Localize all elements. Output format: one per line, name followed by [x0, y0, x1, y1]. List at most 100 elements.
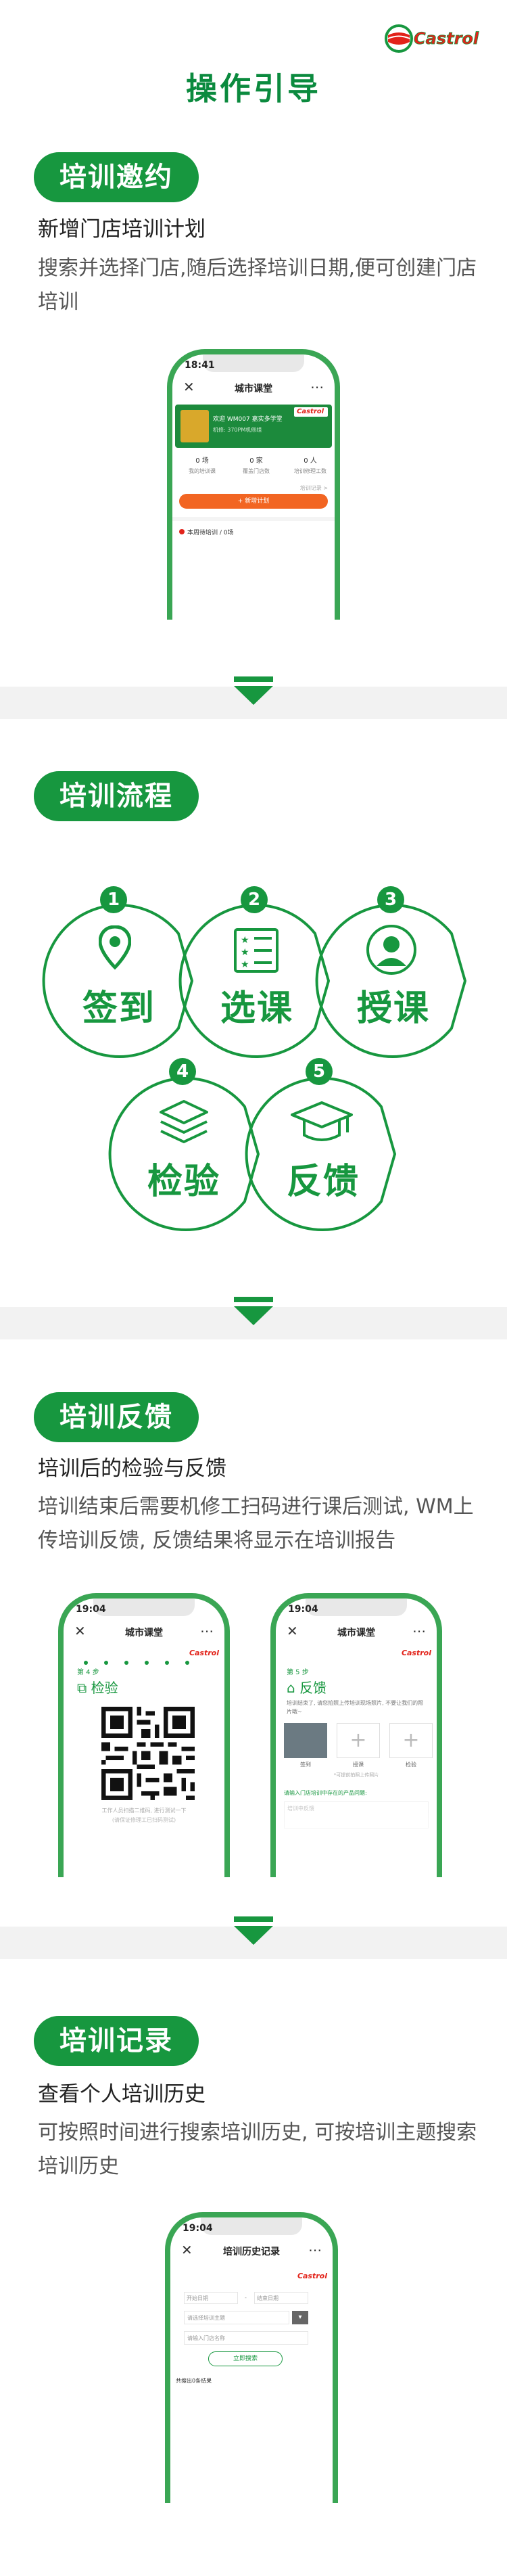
phone-notch [306, 1598, 407, 1616]
more-icon[interactable]: ⋯ [310, 379, 324, 395]
section-description: 可按照时间进行搜索培训历史, 可按培训主题搜索培训历史 [38, 2121, 477, 2178]
step-1-number: 1 [100, 886, 127, 913]
stat-label: 培训修理工数 [294, 468, 327, 474]
down-arrow-icon [234, 1297, 273, 1325]
stat-trainings: 0 场 我的培训课 [175, 455, 229, 475]
phone-mockup-test: 19:04 ✕ 城市课堂 ⋯ Castrol 第 4 步 ⧉ 检验 工作人员扫描… [58, 1593, 230, 1877]
stat-label: 覆盖门店数 [243, 468, 270, 474]
banner-product-image [180, 410, 209, 442]
phone-notch [93, 1598, 195, 1616]
progress-dot [145, 1661, 149, 1665]
location-pin-icon [99, 925, 131, 970]
step-title: ⌂ 反馈 [287, 1677, 327, 1697]
status-time: 19:04 [76, 1604, 106, 1615]
progress-dot [185, 1661, 189, 1665]
stat-stores: 0 家 覆盖门店数 [229, 455, 283, 475]
progress-dot [104, 1661, 108, 1665]
caption-note: (请保证修理工已扫码测试) [112, 1817, 176, 1823]
add-photo-button[interactable]: + [389, 1723, 433, 1758]
end-date-input[interactable]: 结束日期 [254, 2292, 308, 2304]
phone-notch [203, 354, 304, 372]
app-nav-bar: ✕ 城市课堂 ⋯ [64, 1617, 224, 1647]
step-5-number: 5 [306, 1058, 333, 1085]
section-description: 搜索并选择门店,随后选择培训日期,便可创建门店培训 [38, 256, 477, 314]
logo-text: Castrol [414, 29, 479, 48]
search-button[interactable]: 立即搜索 [208, 2351, 283, 2366]
feedback-note: 培训结束了, 请您拍照上传培训现场照片, 不要让我们的照片哦~ [287, 1700, 424, 1715]
section-subtitle: 查看个人培训历史 [38, 2082, 206, 2107]
section-subtitle: 新增门店培训计划 [38, 217, 206, 242]
castrol-logo: Castrol [385, 24, 479, 53]
section-description: 培训结束后需要机修工扫码进行课后测试, WM上传培训反馈, 反馈结果将显示在培训… [38, 1495, 474, 1552]
banner-line-2: 机修: 370PM机修组 [213, 427, 262, 433]
banner-logo-text: Castrol [297, 408, 324, 415]
start-date-input[interactable]: 开始日期 [184, 2292, 238, 2304]
status-time: 19:04 [288, 1604, 318, 1615]
stats-row: 0 场 我的培训课 0 家 覆盖门店数 0 人 培训修理工数 [175, 455, 332, 479]
qr-code [101, 1707, 195, 1800]
result-count: 共搜出0条结果 [176, 2378, 212, 2384]
step-5-label: 反馈 [286, 1162, 360, 1202]
step-3-number: 3 [377, 886, 404, 913]
phone-notch [201, 2217, 302, 2235]
more-icon[interactable]: ⋯ [412, 1623, 426, 1639]
dropdown-arrow-icon[interactable]: ▾ [292, 2311, 308, 2324]
add-plan-button[interactable]: + 新增计划 [179, 494, 328, 509]
caption-scan: 工作人员扫描二维码, 进行测试一下 [101, 1808, 187, 1814]
layers-icon [160, 1100, 208, 1143]
photo-label: 授课 [353, 1762, 364, 1768]
graduation-cap-icon [291, 1101, 353, 1141]
section-pill-invite: 培训邀约 [34, 152, 199, 202]
more-icon[interactable]: ⋯ [200, 1623, 214, 1639]
step-2-number: 2 [241, 886, 268, 913]
svg-text:★: ★ [241, 959, 249, 970]
app-nav-bar: ✕ 培训历史记录 ⋯ [170, 2236, 333, 2266]
uploaded-photo[interactable] [284, 1723, 327, 1758]
section-subtitle: 培训后的检验与反馈 [38, 1456, 226, 1481]
layers-icon: ⧉ [77, 1680, 87, 1696]
welcome-banner: 欢迎 WM007 嘉实多学堂 机修: 370PM机修组 Castrol [175, 405, 332, 448]
store-name-input[interactable]: 请输入门店名称 [184, 2331, 308, 2345]
photo-label: 检验 [406, 1762, 416, 1768]
progress-dots [84, 1659, 206, 1666]
records-link[interactable]: 培训记录 > [300, 484, 328, 492]
photo-label: 签到 [300, 1762, 311, 1768]
add-photo-button[interactable]: + [337, 1723, 380, 1758]
mini-logo: Castrol [401, 1649, 431, 1657]
progress-dot [165, 1661, 169, 1665]
stat-label: 我的培训课 [189, 468, 216, 474]
step-title-text: 检验 [91, 1680, 118, 1696]
phone-mockup-invite: 18:41 ✕ 城市课堂 ⋯ 欢迎 WM007 嘉实多学堂 机修: 370PM机… [167, 349, 340, 620]
step-title: ⧉ 检验 [77, 1677, 118, 1697]
graduation-cap-icon: ⌂ [287, 1680, 295, 1696]
step-3-label: 授课 [356, 988, 430, 1029]
mini-logo: Castrol [189, 1649, 219, 1657]
issue-prompt: 请输入门店培训中存在的产品问题: [284, 1790, 367, 1796]
status-time: 18:41 [185, 360, 215, 371]
weekly-pending-label: 本周待培训 / 0场 [179, 528, 233, 536]
progress-dot [124, 1661, 128, 1665]
banner-line-1: 欢迎 WM007 嘉实多学堂 [213, 416, 283, 423]
section-pill-records: 培训记录 [34, 2016, 199, 2066]
down-arrow-icon [234, 1916, 273, 1945]
step-title-text: 反馈 [299, 1680, 327, 1696]
step-indicator: 第 5 步 [287, 1669, 309, 1676]
page-title: 操作引导 [186, 70, 321, 107]
app-nav-bar: ✕ 城市课堂 ⋯ [276, 1617, 437, 1647]
status-time: 19:04 [183, 2223, 213, 2234]
phone-mockup-history: 19:04 ✕ 培训历史记录 ⋯ Castrol 开始日期 - 结束日期 请选择… [165, 2212, 338, 2503]
divider [172, 517, 335, 521]
date-separator: - [245, 2295, 247, 2301]
progress-dot [84, 1661, 88, 1665]
section-pill-feedback: 培训反馈 [34, 1392, 199, 1442]
red-dot-icon [179, 529, 185, 534]
stat-num: 0 人 [304, 457, 317, 465]
section-pill-process: 培训流程 [34, 771, 199, 821]
feedback-textarea[interactable]: 培训中反馈 [284, 1801, 429, 1828]
more-icon[interactable]: ⋯ [308, 2242, 322, 2258]
step-4-number: 4 [169, 1058, 196, 1085]
topic-select[interactable]: 请选择培训主题 [184, 2311, 289, 2324]
step-indicator: 第 4 步 [77, 1669, 99, 1676]
phone-mockup-feedback: 19:04 ✕ 城市课堂 ⋯ Castrol 第 5 步 ⌂ 反馈 培训结束了,… [270, 1593, 442, 1877]
app-nav-bar: ✕ 城市课堂 ⋯ [172, 373, 335, 403]
